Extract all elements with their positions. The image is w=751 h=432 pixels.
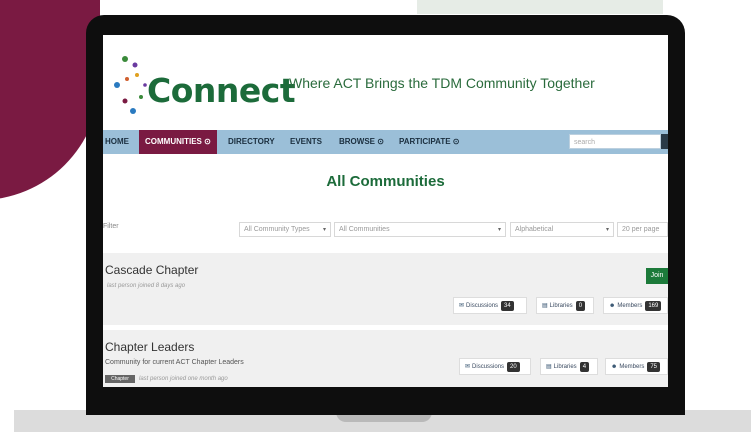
community-type-value: All Community Types [244,226,310,233]
chevron-down-icon: ⊙ [204,137,211,146]
members-label: Members [619,364,645,370]
search-button[interactable] [661,134,668,149]
per-page-value: 20 per page [622,226,660,233]
main-nav: HOME COMMUNITIES ⊙ DIRECTORY EVENTS BROW… [103,130,668,154]
discussions-button[interactable]: ✉ Discussions 34 [453,297,527,314]
people-icon: ☻ [611,364,618,370]
page-title: All Communities [326,173,445,190]
nav-home[interactable]: HOME [105,130,129,154]
libraries-label: Libraries [549,303,573,309]
libraries-count: 4 [579,362,590,372]
nav-browse[interactable]: BROWSE ⊙ [339,130,384,154]
discussions-count: 20 [507,362,520,372]
logo-wordmark: Connect [147,71,296,110]
community-meta: last person joined 8 days ago [107,283,186,289]
community-title[interactable]: Chapter Leaders [105,340,194,354]
community-description: Community for current ACT Chapter Leader… [105,359,244,366]
filter-label: Filter [103,223,119,230]
nav-directory[interactable]: DIRECTORY [228,130,275,154]
site-logo[interactable]: Connect [111,51,296,127]
nav-browse-label: BROWSE [339,137,375,146]
speech-bubbles-icon: ✉ [465,364,471,370]
members-label: Members [617,303,643,309]
sort-select[interactable]: Alphabetical ▾ [510,222,614,237]
community-type-select[interactable]: All Community Types ▾ [239,222,331,237]
chevron-down-icon: ⊙ [377,137,384,146]
nav-communities[interactable]: COMMUNITIES ⊙ [139,130,217,154]
chevron-down-icon: ▾ [605,227,609,233]
community-value: All Communities [339,226,390,233]
community-select[interactable]: All Communities ▾ [334,222,506,237]
background-light-block [417,0,663,14]
chevron-down-icon: ⊙ [452,137,460,146]
discussions-label: Discussions [466,303,499,309]
community-meta: last person joined one month ago [139,376,228,382]
speech-bubbles-icon: ✉ [459,303,465,309]
libraries-label: Libraries [553,364,577,370]
community-type-badge: Chapter [105,375,135,383]
nav-communities-label: COMMUNITIES [145,137,202,146]
background-maroon-shape [0,0,100,200]
members-count: 169 [645,301,662,311]
join-button[interactable]: Join [646,268,668,284]
libraries-button[interactable]: ▤ Libraries 4 [540,358,598,375]
connect-logo-mark [114,56,147,114]
nav-participate-label: PARTICIPATE [399,137,451,146]
files-icon: ▤ [546,364,552,370]
files-icon: ▤ [542,303,548,309]
members-button[interactable]: ☻ Members 169 [603,297,668,314]
libraries-count: 0 [575,301,586,311]
chevron-down-icon: ▾ [497,227,501,233]
chevron-down-icon: ▾ [322,227,326,233]
discussions-count: 34 [501,301,514,311]
search-input[interactable]: search [569,134,661,149]
nav-participate[interactable]: PARTICIPATE ⊙ [399,130,460,154]
libraries-button[interactable]: ▤ Libraries 0 [536,297,594,314]
discussions-label: Discussions [472,364,505,370]
sort-value: Alphabetical [515,226,554,233]
site-tagline: Where ACT Brings the TDM Community Toget… [289,75,595,91]
nav-events[interactable]: EVENTS [290,130,322,154]
members-button[interactable]: ☻ Members 75 [605,358,668,375]
community-title[interactable]: Cascade Chapter [105,263,198,277]
per-page-select[interactable]: 20 per page [617,222,668,237]
discussions-button[interactable]: ✉ Discussions 20 [459,358,531,375]
laptop-screen: Connect Where ACT Brings the TDM Communi… [103,35,668,387]
members-count: 75 [647,362,661,372]
people-icon: ☻ [609,303,616,309]
